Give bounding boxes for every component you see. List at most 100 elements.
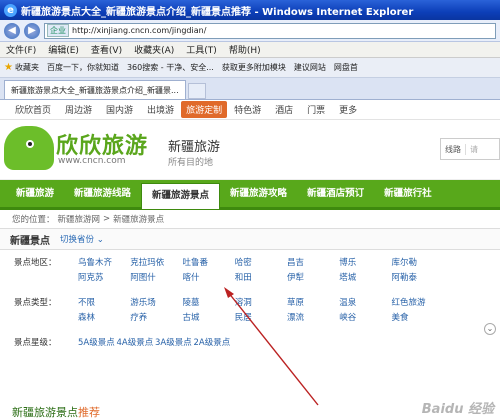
sitenav-domestic[interactable]: 国内游 <box>99 103 140 116</box>
new-tab-button[interactable] <box>187 83 206 99</box>
menu-tools[interactable]: 工具(T) <box>186 43 217 56</box>
sitenav-home[interactable]: 欣欣首页 <box>8 103 58 116</box>
window-title: 新疆旅游景点大全_新疆旅游景点介绍_新疆景点推荐 - Windows Inter… <box>21 6 414 18</box>
type-link[interactable]: 溶洞 <box>235 296 283 311</box>
type-link[interactable]: 古城 <box>183 311 231 326</box>
sitenav-outbound[interactable]: 出境游 <box>140 103 181 116</box>
area-link[interactable]: 吐鲁番 <box>183 256 231 271</box>
breadcrumb-label: 您的位置： <box>12 215 55 225</box>
menu-view[interactable]: 查看(V) <box>91 43 122 56</box>
type-link[interactable]: 民居 <box>235 311 283 326</box>
page-title: 新疆旅游 <box>168 140 221 155</box>
area-link[interactable]: 阿图什 <box>130 271 178 286</box>
type-link[interactable]: 漂流 <box>287 311 335 326</box>
type-link[interactable]: 陵墓 <box>183 296 231 311</box>
menu-help[interactable]: 帮助(H) <box>229 43 261 56</box>
type-link[interactable]: 草原 <box>287 296 335 311</box>
star-link[interactable]: 5A级景点 <box>78 336 115 351</box>
star-link[interactable]: 3A级景点 <box>155 336 192 351</box>
sitenav-custom[interactable]: 旅游定制 <box>181 101 228 118</box>
ie-icon: e <box>4 3 17 17</box>
region-nav: 新疆旅游 新疆旅游线路 新疆旅游景点 新疆旅游攻略 新疆酒店预订 新疆旅行社 <box>0 180 500 210</box>
watermark-logo: Baidu 经验 <box>421 402 494 417</box>
favorites-button[interactable]: ★ 收藏夹 <box>4 62 39 73</box>
menu-favorites[interactable]: 收藏夹(A) <box>134 43 174 56</box>
area-link[interactable]: 库尔勒 <box>392 256 440 271</box>
type-label: 景点类型： <box>14 298 57 308</box>
filter-panel: 景点地区： 乌鲁木齐 克拉玛依 吐鲁番 哈密 昌吉 博乐 库尔勒 阿克苏 阿图什… <box>0 250 500 380</box>
sitenav-tickets[interactable]: 门票 <box>300 103 332 116</box>
breadcrumb-current: 新疆旅游景点 <box>113 215 165 225</box>
type-link[interactable]: 森林 <box>78 311 126 326</box>
tab-attractions[interactable]: 新疆旅游景点 <box>141 182 221 209</box>
tab-agencies[interactable]: 新疆旅行社 <box>374 179 442 209</box>
area-link[interactable]: 博乐 <box>339 256 387 271</box>
area-row-1: 景点地区： 乌鲁木齐 克拉玛依 吐鲁番 哈密 昌吉 博乐 库尔勒 <box>0 256 500 271</box>
area-link[interactable]: 阿克苏 <box>78 271 126 286</box>
tab-xinjiang-travel[interactable]: 新疆旅游 <box>6 179 64 209</box>
sitenav-special[interactable]: 特色游 <box>227 103 268 116</box>
brand-url: www.cncn.com <box>58 156 126 166</box>
area-row-2: 阿克苏 阿图什 喀什 和田 伊犁 塔城 阿勒泰 <box>0 271 500 286</box>
fav-item-netdisk[interactable]: 网盘首 <box>334 62 358 73</box>
menu-bar: 文件(F) 编辑(E) 查看(V) 收藏夹(A) 工具(T) 帮助(H) <box>0 42 500 58</box>
destination-link[interactable]: 所有目的地 <box>168 155 213 168</box>
type-link[interactable]: 温泉 <box>339 296 387 311</box>
fav-item-addons[interactable]: 获取更多附加模块 <box>222 62 286 73</box>
url-input[interactable]: 企业 http://xinjiang.cncn.com/jingdian/ <box>44 22 496 39</box>
browser-tab[interactable]: 新疆旅游景点大全_新疆旅游景点介绍_新疆景... <box>4 80 186 99</box>
tab-guides[interactable]: 新疆旅游攻略 <box>220 179 297 209</box>
site-tag: 企业 <box>47 24 69 37</box>
recommend-title: 新疆旅游景点 <box>12 406 78 419</box>
type-link[interactable]: 疗养 <box>130 311 178 326</box>
url-text: http://xinjiang.cncn.com/jingdian/ <box>72 26 207 35</box>
expand-types-icon[interactable]: ⌄ <box>484 323 496 335</box>
site-search[interactable]: 线路 请 <box>440 138 500 160</box>
type-link[interactable]: 美食 <box>392 311 440 326</box>
search-input[interactable]: 请 <box>466 144 478 155</box>
sitenav-hotel[interactable]: 酒店 <box>268 103 300 116</box>
section-title: 新疆景点 <box>10 235 50 247</box>
type-row-2: 森林 疗养 古城 民居 漂流 峡谷 美食 <box>0 311 500 326</box>
site-header: 欣欣旅游 www.cncn.com 新疆旅游 所有目的地 线路 请 <box>0 120 500 180</box>
address-bar: ◀ ▶ 企业 http://xinjiang.cncn.com/jingdian… <box>0 20 500 42</box>
back-icon[interactable]: ◀ <box>4 22 20 39</box>
type-link[interactable]: 峡谷 <box>339 311 387 326</box>
search-type-select[interactable]: 线路 <box>441 143 466 155</box>
sitenav-nearby[interactable]: 周边游 <box>58 103 99 116</box>
breadcrumb-sep: > <box>103 214 111 224</box>
area-link[interactable]: 阿勒泰 <box>392 271 440 286</box>
area-link[interactable]: 克拉玛依 <box>130 256 178 271</box>
area-link[interactable]: 昌吉 <box>287 256 335 271</box>
forward-icon[interactable]: ▶ <box>24 22 40 39</box>
star-row: 景点星级： 5A级景点 4A级景点 3A级景点 2A级景点 <box>0 336 500 351</box>
tab-bar: 新疆旅游景点大全_新疆旅游景点介绍_新疆景... <box>0 78 500 100</box>
area-link[interactable]: 伊犁 <box>287 271 335 286</box>
menu-file[interactable]: 文件(F) <box>6 43 36 56</box>
tab-hotels[interactable]: 新疆酒店预订 <box>297 179 374 209</box>
area-link[interactable]: 乌鲁木齐 <box>78 256 126 271</box>
switch-province-button[interactable]: 切换省份 ⌄ <box>60 233 104 245</box>
star-link[interactable]: 2A级景点 <box>194 336 231 351</box>
area-link[interactable]: 哈密 <box>235 256 283 271</box>
site-logo[interactable]: 欣欣旅游 www.cncn.com <box>4 124 159 178</box>
section-header: 新疆景点 切换省份 ⌄ <box>0 228 500 250</box>
site-top-nav: 欣欣首页 周边游 国内游 出境游 旅游定制 特色游 酒店 门票 更多 <box>0 100 500 120</box>
area-label: 景点地区： <box>14 258 57 268</box>
sitenav-more[interactable]: 更多 <box>332 103 364 116</box>
breadcrumb-link[interactable]: 新疆旅游网 <box>58 213 101 225</box>
star-link[interactable]: 4A级景点 <box>117 336 154 351</box>
type-link[interactable]: 红色旅游 <box>392 296 440 311</box>
fav-item-360[interactable]: 360搜索 - 干净、安全... <box>127 62 214 73</box>
area-link[interactable]: 喀什 <box>183 271 231 286</box>
area-link[interactable]: 塔城 <box>339 271 387 286</box>
area-link[interactable]: 和田 <box>235 271 283 286</box>
fav-item-suggested[interactable]: 建议网站 <box>294 62 326 73</box>
tab-routes[interactable]: 新疆旅游线路 <box>64 179 141 209</box>
fav-item-baidu[interactable]: 百度一下，你就知道 <box>47 62 119 73</box>
breadcrumb: 您的位置： 新疆旅游网 > 新疆旅游景点 <box>0 210 500 228</box>
favorites-bar: ★ 收藏夹 百度一下，你就知道 360搜索 - 干净、安全... 获取更多附加模块… <box>0 58 500 78</box>
type-link[interactable]: 游乐场 <box>130 296 178 311</box>
type-link[interactable]: 不限 <box>78 296 126 311</box>
menu-edit[interactable]: 编辑(E) <box>48 43 79 56</box>
